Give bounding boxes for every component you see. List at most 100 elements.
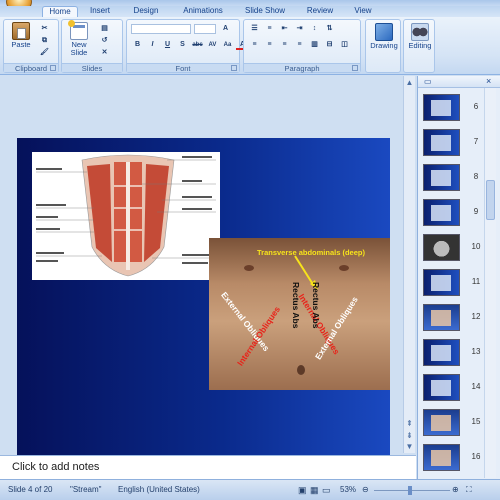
reset-icon[interactable]: ↺ xyxy=(98,36,111,46)
slide-number: 6 xyxy=(473,102,479,111)
scroll-up-icon[interactable]: ▲ xyxy=(405,78,414,87)
underline-button[interactable]: U xyxy=(161,40,174,50)
slide-thumbnail[interactable] xyxy=(423,444,460,471)
abdomen-photo[interactable]: Transverse abdominals (deep) Internal Ob… xyxy=(209,238,390,390)
slide-thumbnail[interactable] xyxy=(423,269,460,296)
bullets-icon[interactable]: ☰ xyxy=(248,24,261,34)
zoom-slider[interactable] xyxy=(374,490,450,491)
clipboard-icon xyxy=(12,22,30,40)
delete-slide-icon[interactable]: ✕ xyxy=(98,48,111,58)
label-rectus-abs-left: Rectus Abs xyxy=(291,282,301,329)
thumbnail-content xyxy=(431,380,451,396)
bold-button[interactable]: B xyxy=(131,40,144,50)
next-slide-icon[interactable]: ⇟ xyxy=(405,431,414,440)
shadow-button[interactable]: S xyxy=(176,40,189,50)
tab-view[interactable]: View xyxy=(348,6,378,17)
slide-thumbnail[interactable] xyxy=(423,234,460,261)
slide-thumbnail[interactable] xyxy=(423,304,460,331)
scroll-down-icon[interactable]: ▼ xyxy=(405,442,414,451)
abdominal-muscles-diagram[interactable] xyxy=(32,152,220,280)
notes-placeholder: Click to add notes xyxy=(12,461,100,473)
panel-scrollbar[interactable] xyxy=(484,88,496,478)
shapes-icon xyxy=(375,23,393,41)
zoom-in-icon[interactable]: ⊕ xyxy=(452,485,459,494)
slide-vertical-scrollbar[interactable]: ▲ ⇞ ⇟ ▼ xyxy=(403,76,415,453)
drawing-button[interactable]: Drawing xyxy=(368,23,400,50)
tab-animations[interactable]: Animations xyxy=(176,6,230,17)
font-group: A B I U S abc AV Aa A Font xyxy=(126,19,249,73)
italic-button[interactable]: I xyxy=(146,40,159,50)
font-launcher-icon[interactable] xyxy=(231,65,237,71)
font-group-label: Font xyxy=(127,63,239,73)
slide-number: 14 xyxy=(471,382,481,391)
text-direction-icon[interactable]: ⇅ xyxy=(323,24,336,34)
zoom-level[interactable]: 53% xyxy=(340,485,356,494)
editing-button[interactable]: Editing xyxy=(405,23,435,50)
format-painter-icon[interactable]: 🖌 xyxy=(38,48,51,58)
normal-view-icon[interactable]: ▣ xyxy=(298,485,307,496)
slide-thumbnail[interactable] xyxy=(423,164,460,191)
close-panel-icon[interactable]: × xyxy=(486,76,491,86)
language-indicator[interactable]: English (United States) xyxy=(118,485,200,494)
justify-icon[interactable]: ≡ xyxy=(293,40,306,50)
thumbnail-content xyxy=(431,450,451,466)
change-case-button[interactable]: Aa xyxy=(221,40,234,50)
layout-icon[interactable]: ▤ xyxy=(98,24,111,34)
copy-icon[interactable]: ⧉ xyxy=(38,36,51,46)
increase-indent-icon[interactable]: ⇥ xyxy=(293,24,306,34)
thumbnail-content xyxy=(431,275,451,291)
align-right-icon[interactable]: ≡ xyxy=(278,40,291,50)
thumbnail-content xyxy=(431,310,451,326)
slide-thumbnail[interactable] xyxy=(423,199,460,226)
columns-icon[interactable]: ▥ xyxy=(308,40,321,50)
align-center-icon[interactable]: ≡ xyxy=(263,40,276,50)
clipboard-launcher-icon[interactable] xyxy=(50,65,56,71)
slide-counter: Slide 4 of 20 xyxy=(8,485,53,494)
slide-thumbnail[interactable] xyxy=(423,339,460,366)
paste-button[interactable]: Paste xyxy=(8,22,34,49)
slides-group-label: Slides xyxy=(62,63,122,73)
panel-scroll-thumb[interactable] xyxy=(486,180,495,220)
notes-pane[interactable]: Click to add notes xyxy=(0,455,416,479)
slide-number: 13 xyxy=(471,347,481,356)
strikethrough-button[interactable]: abc xyxy=(191,40,204,50)
font-size-input[interactable] xyxy=(194,24,216,34)
clipboard-group: Paste ✂ ⧉ 🖌 Clipboard xyxy=(3,19,59,73)
slide-thumbnail[interactable] xyxy=(423,409,460,436)
status-bar: Slide 4 of 20 "Stream" English (United S… xyxy=(0,479,500,500)
slide-number: 12 xyxy=(471,312,481,321)
font-name-input[interactable] xyxy=(131,24,191,34)
cut-icon[interactable]: ✂ xyxy=(38,24,51,34)
grow-font-icon[interactable]: A xyxy=(219,24,232,34)
tab-home[interactable]: Home xyxy=(42,6,78,17)
zoom-out-icon[interactable]: ⊖ xyxy=(362,485,369,494)
drawing-group: Drawing xyxy=(365,19,401,73)
tab-review[interactable]: Review xyxy=(300,6,340,17)
slide-thumbnail[interactable] xyxy=(423,374,460,401)
smartart-icon[interactable]: ◫ xyxy=(338,40,351,50)
slideshow-icon[interactable]: ▭ xyxy=(322,485,331,496)
new-slide-icon xyxy=(68,20,88,40)
previous-slide-icon[interactable]: ⇞ xyxy=(405,419,414,428)
numbering-icon[interactable]: ≡ xyxy=(263,24,276,34)
line-spacing-icon[interactable]: ↕ xyxy=(308,24,321,34)
paragraph-launcher-icon[interactable] xyxy=(352,65,358,71)
decrease-indent-icon[interactable]: ⇤ xyxy=(278,24,291,34)
zoom-slider-thumb[interactable] xyxy=(408,486,412,495)
ribbon-tabs: Home Insert Design Animations Slide Show… xyxy=(0,6,500,17)
tab-design[interactable]: Design xyxy=(126,6,166,17)
slide-sorter-icon[interactable]: ▦ xyxy=(310,485,319,496)
align-left-icon[interactable]: ≡ xyxy=(248,40,261,50)
tab-slide-show[interactable]: Slide Show xyxy=(240,6,290,17)
slide-thumbnail[interactable] xyxy=(423,94,460,121)
align-text-icon[interactable]: ⊟ xyxy=(323,40,336,50)
spacing-button[interactable]: AV xyxy=(206,40,219,50)
new-slide-button[interactable]: New Slide xyxy=(65,20,93,57)
slide-thumbnail[interactable] xyxy=(423,129,460,156)
slide-number: 16 xyxy=(471,452,481,461)
fit-slide-icon[interactable]: ⛶ xyxy=(466,485,472,495)
thumbnail-content xyxy=(431,415,451,431)
tab-insert[interactable]: Insert xyxy=(82,6,118,17)
slide-canvas[interactable]: Transverse abdominals (deep) Internal Ob… xyxy=(17,138,390,465)
slides-tab-icon[interactable]: ▭ xyxy=(424,77,432,86)
